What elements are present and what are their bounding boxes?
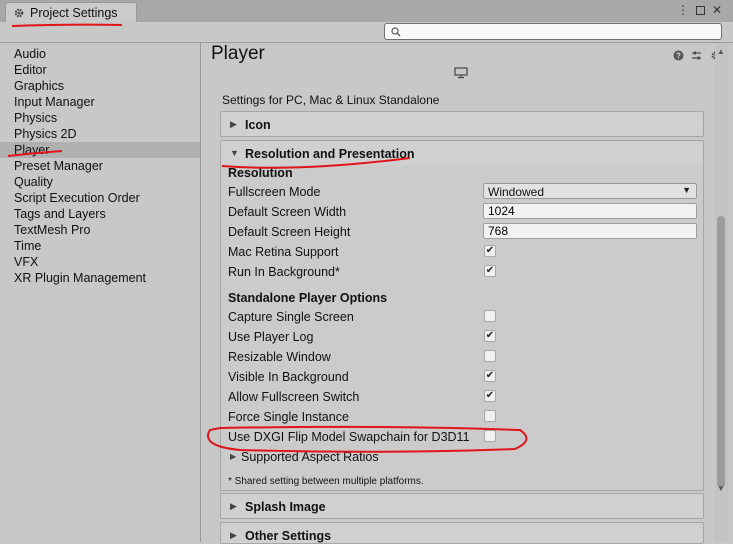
section-label: Icon [245, 118, 271, 132]
title-bar: Project Settings ⋮ ✕ [0, 0, 733, 23]
force-single-instance-label: Force Single Instance [228, 410, 349, 424]
tab-title: Project Settings [30, 6, 118, 20]
monitor-icon[interactable] [454, 67, 468, 79]
sidebar-item-quality[interactable]: Quality [0, 174, 200, 190]
mac-retina-label: Mac Retina Support [228, 245, 339, 259]
dxgi-flip-model-checkbox[interactable] [484, 430, 496, 442]
other-settings-section-header[interactable]: ▶ Other Settings [220, 522, 704, 544]
help-icon[interactable]: ? [672, 49, 684, 61]
sidebar-item-script-execution-order[interactable]: Script Execution Order [0, 190, 200, 206]
section-label: Resolution and Presentation [245, 147, 415, 161]
use-player-log-label: Use Player Log [228, 330, 314, 344]
use-player-log-checkbox[interactable]: ✔ [484, 330, 496, 342]
fullscreen-mode-value: Windowed [488, 185, 545, 199]
sidebar-item-xr-plugin-management[interactable]: XR Plugin Management [0, 270, 200, 286]
search-row [0, 22, 733, 43]
sidebar-item-audio[interactable]: Audio [0, 46, 200, 62]
player-settings-panel: Player ? Settings for PC, Mac & Linux St… [201, 43, 733, 544]
presets-icon[interactable] [690, 49, 702, 61]
screen-width-input[interactable] [483, 203, 697, 219]
scroll-up-icon[interactable]: ▲ [717, 47, 725, 56]
search-icon [391, 26, 401, 37]
checkmark-icon: ✔ [485, 265, 495, 276]
icon-section-header[interactable]: ▶ Icon [220, 111, 704, 137]
collapse-arrow-icon: ▼ [230, 148, 239, 158]
screen-width-label: Default Screen Width [228, 205, 347, 219]
screen-height-input[interactable] [483, 223, 697, 239]
expand-arrow-icon[interactable]: ▶ [230, 452, 236, 461]
section-label: Splash Image [245, 500, 326, 514]
sidebar-item-graphics[interactable]: Graphics [0, 78, 200, 94]
resizable-window-label: Resizable Window [228, 350, 331, 364]
visible-in-background-checkbox[interactable]: ✔ [484, 370, 496, 382]
shared-setting-note: * Shared setting between multiple platfo… [228, 476, 424, 487]
resizable-window-checkbox[interactable] [484, 350, 496, 362]
fullscreen-mode-dropdown[interactable]: Windowed ▼ [483, 183, 697, 199]
expand-arrow-icon: ▶ [230, 530, 237, 540]
page-title: Player [211, 43, 265, 64]
capture-single-screen-checkbox[interactable] [484, 310, 496, 322]
scroll-down-icon[interactable]: ▼ [717, 484, 725, 493]
run-in-background-checkbox[interactable]: ✔ [484, 265, 496, 277]
checkmark-icon: ✔ [485, 330, 495, 341]
splash-section-header[interactable]: ▶ Splash Image [220, 493, 704, 519]
maximize-icon[interactable] [693, 3, 707, 17]
sidebar-item-input-manager[interactable]: Input Manager [0, 94, 200, 110]
resolution-group-label: Resolution [228, 166, 293, 180]
allow-fullscreen-switch-label: Allow Fullscreen Switch [228, 390, 360, 404]
supported-aspect-ratios-foldout[interactable]: Supported Aspect Ratios [241, 450, 379, 464]
section-label: Other Settings [245, 529, 332, 543]
mac-retina-checkbox[interactable]: ✔ [484, 245, 496, 257]
close-icon[interactable]: ✕ [710, 3, 724, 17]
platform-label: Settings for PC, Mac & Linux Standalone [222, 93, 440, 107]
project-settings-window: Project Settings ⋮ ✕ Audio Editor Graphi… [0, 0, 733, 544]
checkmark-icon: ✔ [485, 390, 495, 401]
allow-fullscreen-switch-checkbox[interactable]: ✔ [484, 390, 496, 402]
sidebar-item-preset-manager[interactable]: Preset Manager [0, 158, 200, 174]
checkmark-icon: ✔ [485, 245, 495, 256]
kebab-menu-icon[interactable]: ⋮ [676, 3, 690, 17]
standalone-options-label: Standalone Player Options [228, 291, 388, 305]
vertical-scrollbar[interactable]: ▲ ▼ [715, 43, 728, 542]
dropdown-arrow-icon: ▼ [682, 185, 691, 195]
fullscreen-mode-label: Fullscreen Mode [228, 185, 321, 199]
gear-icon [13, 7, 25, 19]
sidebar-item-player[interactable]: Player [0, 142, 200, 158]
search-input[interactable] [405, 25, 705, 38]
sidebar-item-tags-and-layers[interactable]: Tags and Layers [0, 206, 200, 222]
sidebar-item-physics-2d[interactable]: Physics 2D [0, 126, 200, 142]
checkmark-icon: ✔ [485, 370, 495, 381]
expand-arrow-icon: ▶ [230, 501, 237, 511]
sidebar-item-physics[interactable]: Physics [0, 110, 200, 126]
resolution-section-header[interactable]: ▼ Resolution and Presentation [220, 140, 704, 166]
scroll-thumb[interactable] [717, 216, 725, 488]
expand-arrow-icon: ▶ [230, 119, 237, 129]
sidebar-item-time[interactable]: Time [0, 238, 200, 254]
sidebar-item-editor[interactable]: Editor [0, 62, 200, 78]
project-settings-tab[interactable]: Project Settings [5, 2, 137, 23]
svg-text:?: ? [676, 51, 681, 60]
dxgi-flip-model-label: Use DXGI Flip Model Swapchain for D3D11 [228, 430, 470, 444]
run-in-background-label: Run In Background* [228, 265, 340, 279]
screen-height-label: Default Screen Height [228, 225, 351, 239]
settings-sidebar: Audio Editor Graphics Input Manager Phys… [0, 43, 201, 542]
sidebar-item-vfx[interactable]: VFX [0, 254, 200, 270]
visible-in-background-label: Visible In Background [228, 370, 349, 384]
sidebar-item-textmesh-pro[interactable]: TextMesh Pro [0, 222, 200, 238]
search-field[interactable] [384, 23, 722, 40]
capture-single-screen-label: Capture Single Screen [228, 310, 354, 324]
force-single-instance-checkbox[interactable] [484, 410, 496, 422]
